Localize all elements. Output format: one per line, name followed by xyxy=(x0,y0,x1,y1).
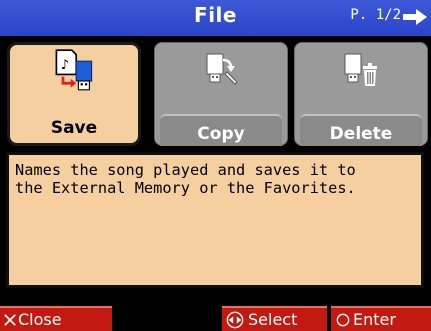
page-indicator: P. 1/2 xyxy=(350,7,401,23)
copy-file-icon xyxy=(206,53,238,85)
dial-select-icon xyxy=(226,311,244,329)
enter-circle-icon xyxy=(336,313,350,327)
save-label: Save xyxy=(50,118,98,138)
enter-button[interactable]: Enter xyxy=(331,306,431,331)
select-label: Select xyxy=(248,310,298,329)
description-text: Names the song played and saves it to th… xyxy=(15,161,356,197)
close-button[interactable]: Close xyxy=(0,306,112,331)
copy-label: Copy xyxy=(197,124,245,144)
next-page-arrow-icon[interactable] xyxy=(403,9,427,25)
title-bar: File P. 1/2 xyxy=(0,0,431,36)
copy-tile[interactable]: Copy xyxy=(154,42,288,146)
save-to-usb-icon: ♪ xyxy=(55,49,93,91)
description-panel: Names the song played and saves it to th… xyxy=(6,152,424,288)
delete-tile[interactable]: Delete xyxy=(294,42,428,146)
file-screen: File P. 1/2 ♪ Save Copy Delete Names the… xyxy=(0,0,431,331)
enter-label: Enter xyxy=(353,310,396,329)
svg-text:♪: ♪ xyxy=(61,58,69,73)
delete-label: Delete xyxy=(329,124,393,144)
select-button[interactable]: Select xyxy=(222,306,327,331)
delete-file-icon xyxy=(344,53,377,86)
save-tile[interactable]: ♪ Save xyxy=(7,42,141,146)
close-label: Close xyxy=(18,310,62,329)
close-icon xyxy=(4,314,16,326)
